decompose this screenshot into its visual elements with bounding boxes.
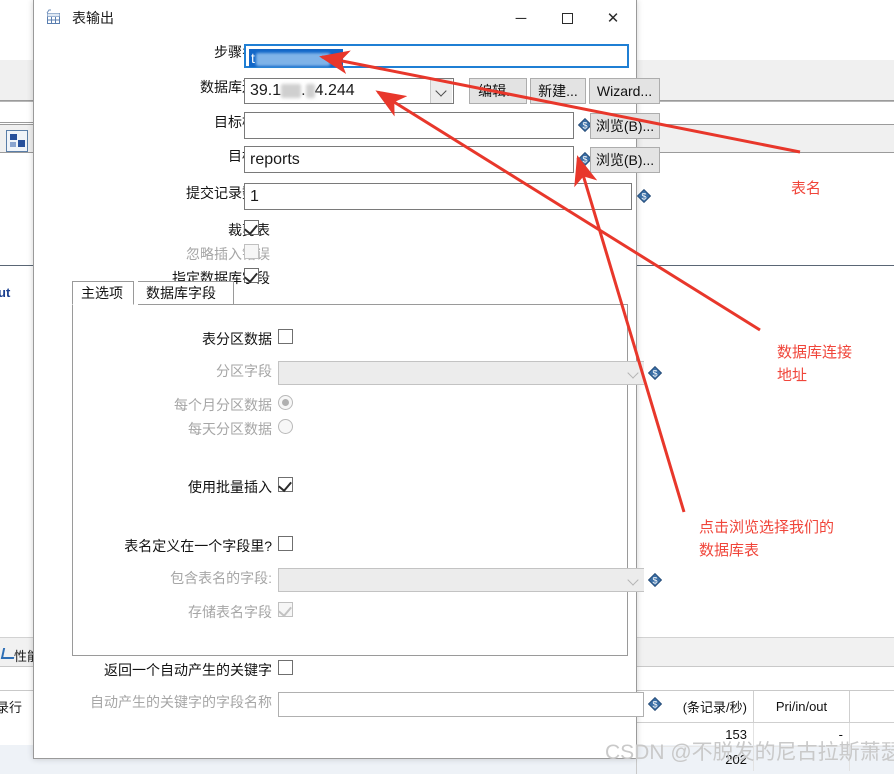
minimize-button[interactable]: ─: [498, 0, 544, 36]
watermark: CSDN @不脱发的尼古拉斯萧瑟: [605, 741, 894, 764]
row-use-batch-insert: 使用批量插入: [72, 408, 628, 495]
row-partition-monthly: 每个月分区数据: [72, 360, 628, 413]
bg-fragment-log-label: 录行: [0, 700, 23, 715]
performance-graph-icon: [0, 648, 17, 659]
table-header-blank: [850, 691, 894, 723]
row-partition-data: 表分区数据: [72, 304, 628, 347]
row-commit-size: 提交记录数量 1 $: [34, 161, 652, 210]
table-output-dialog: 表输出 ─ ✕ 步骤名称 tw 数据库连接 39.1. 4.244 编辑... …: [33, 0, 663, 759]
row-step-name: 步骤名称 tw: [34, 36, 636, 68]
tabstrip: 主选项 数据库字段: [72, 281, 628, 305]
dialog-title: 表输出: [72, 10, 114, 26]
annotation-db-connection-address: 数据库连接 地址: [777, 344, 853, 384]
row-field-with-table-name: 包含表名的字段: $: [72, 458, 663, 592]
step-name-selected-text: tw: [249, 49, 344, 67]
row-target-schema: 目标模式 $ 浏览(B)...: [34, 99, 660, 139]
close-button[interactable]: ✕: [590, 0, 636, 36]
return-auto-key-label: 返回一个自动产生的关键字: [104, 662, 272, 678]
row-specify-db-fields: 指定数据库字段: [34, 241, 636, 286]
variable-icon-partition-field: $: [647, 365, 663, 381]
row-target-table: 目标表 reports $ 浏览(B)...: [34, 129, 660, 173]
svg-text:$: $: [641, 192, 646, 202]
row-ignore-insert-errors: 忽略插入错误: [34, 217, 636, 262]
dialog-titlebar[interactable]: 表输出 ─ ✕: [34, 0, 636, 37]
variable-icon-field-with-table-name: $: [647, 572, 663, 588]
svg-text:$: $: [652, 369, 657, 379]
store-table-name-field-checkbox: [278, 602, 293, 618]
row-db-connection: 数据库连接 39.1. 4.244 编辑... 新建... Wizard...: [34, 68, 660, 104]
auto-key-field-name-label: 自动产生的关键字的字段名称: [90, 694, 272, 710]
annotation-click-browse: 点击浏览选择我们的 数据库表: [699, 519, 835, 559]
row-return-auto-key: 返回一个自动产生的关键字: [72, 512, 628, 678]
store-table-name-field-label: 存储表名字段: [188, 604, 272, 620]
row-store-table-name-field: 存储表名字段: [72, 488, 628, 620]
return-auto-key-checkbox[interactable]: [278, 660, 293, 675]
db-connection-value: 39.1: [250, 82, 282, 99]
window-controls: ─ ✕: [498, 0, 636, 36]
restore-window-icon[interactable]: [6, 130, 28, 152]
auto-key-field-name-input: [278, 692, 644, 717]
variable-icon-auto-key-field-name: $: [647, 696, 663, 712]
field-with-table-name-combo: [278, 568, 644, 592]
variable-icon-commit-size: $: [636, 188, 652, 204]
row-partition-field: 分区字段 $: [72, 330, 663, 385]
annotation-table-name: 表名: [791, 180, 822, 197]
bg-fragment-out-label: ut: [0, 285, 11, 300]
dialog-form: 步骤名称 tw 数据库连接 39.1. 4.244 编辑... 新建... Wiz…: [34, 36, 660, 286]
row-auto-key-field-name: 自动产生的关键字的字段名称 $: [72, 538, 663, 717]
svg-text:$: $: [652, 700, 657, 710]
maximize-button[interactable]: [544, 0, 590, 36]
bg-left-line-top: [0, 122, 33, 123]
field-with-table-name-dropdown-arrow: [622, 569, 644, 591]
step-name-input[interactable]: tw: [244, 44, 629, 68]
main-options-content: 表分区数据 分区字段 $ 每个月分区数据 每天分区数据 使用批量插入 表名定义在…: [72, 304, 663, 717]
table-header-pri-in-out: Pri/in/out: [754, 691, 850, 723]
tab-main-options[interactable]: 主选项: [72, 281, 134, 305]
row-partition-daily: 每天分区数据: [72, 384, 628, 437]
row-table-name-in-field: 表名定义在一个字段里?: [72, 432, 628, 554]
row-truncate-table: 裁剪表: [34, 193, 636, 238]
tab-database-fields[interactable]: 数据库字段: [138, 281, 234, 305]
table-output-icon: [45, 9, 63, 27]
svg-text:$: $: [652, 576, 657, 586]
